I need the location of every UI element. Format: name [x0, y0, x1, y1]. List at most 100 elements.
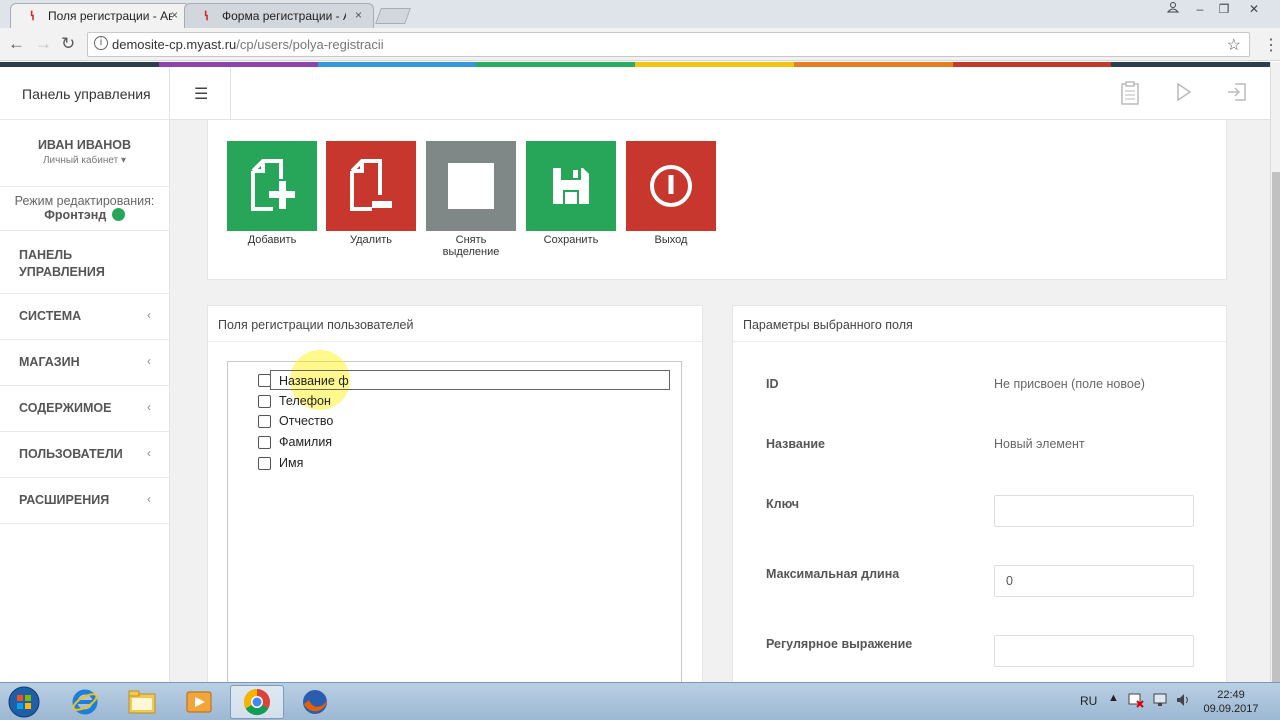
back-icon[interactable]: ←	[8, 34, 25, 54]
browser-menu-icon[interactable]: ⋮	[1263, 35, 1279, 55]
site-info-icon[interactable]: i	[94, 36, 108, 50]
browser-tab-form[interactable]: ꝇ Форма регистрации - А ×	[184, 3, 374, 28]
save-tile[interactable]	[526, 141, 616, 231]
edit-mode-status-icon[interactable]	[111, 208, 125, 221]
taskbar-explorer[interactable]	[115, 685, 169, 719]
tree-item-checkbox[interactable]	[258, 415, 271, 428]
clock-time: 22:49	[1217, 689, 1245, 701]
edit-mode-label: Режим редактирования:	[14, 194, 155, 208]
deselect-button[interactable]: Снять выделение	[426, 141, 516, 258]
chevron-left-icon: ‹	[147, 446, 151, 460]
tree-item-checkbox[interactable]	[258, 436, 271, 449]
page-scrollbar[interactable]	[1270, 62, 1280, 682]
chevron-left-icon: ‹	[147, 308, 151, 322]
add-button[interactable]: Добавить	[227, 141, 317, 246]
topbar: ☰	[170, 67, 1270, 120]
reload-icon[interactable]: ↻	[61, 34, 75, 54]
sidebar-item-system[interactable]: СИСТЕМА ‹	[0, 293, 169, 339]
tree-item-label[interactable]: Отчество	[279, 414, 333, 428]
firefox-icon	[303, 690, 327, 714]
params-panel-title: Параметры выбранного поля	[733, 306, 1226, 342]
tree-item-label[interactable]: Телефон	[279, 394, 331, 408]
bookmark-star-icon[interactable]: ☆	[1227, 35, 1241, 55]
action-center-icon[interactable]	[1128, 692, 1144, 711]
menu-toggle-icon[interactable]: ☰	[194, 84, 208, 104]
exit-label: Выход	[654, 234, 688, 246]
tree-item-label[interactable]: Фамилия	[279, 435, 332, 449]
edit-mode-value[interactable]: Фронтэнд	[44, 208, 106, 222]
browser-tab-fields[interactable]: ꝇ Поля регистрации - Ав ×	[10, 3, 190, 28]
tray-expand-icon[interactable]: ▲	[1108, 692, 1119, 704]
tab-title: Форма регистрации - А	[222, 9, 346, 23]
tree-item-rename-input[interactable]	[270, 370, 670, 390]
address-bar[interactable]: i demosite-cp.myast.ru/cp/users/polya-re…	[87, 32, 1250, 57]
taskbar-clock[interactable]: 22:49 09.09.2017	[1196, 688, 1266, 716]
clipboard-icon[interactable]	[1120, 81, 1140, 110]
save-button[interactable]: Сохранить	[526, 141, 616, 246]
taskbar-firefox[interactable]	[288, 685, 342, 719]
tree-item-checkbox[interactable]	[258, 457, 271, 470]
exit-button[interactable]: Выход	[626, 141, 716, 246]
profile-icon[interactable]	[1160, 0, 1186, 18]
params-panel: Параметры выбранного поля ID Не присвоен…	[732, 305, 1227, 705]
start-button[interactable]	[4, 685, 44, 719]
exit-tile[interactable]	[626, 141, 716, 231]
sidebar-brand[interactable]: Панель управления	[0, 67, 169, 120]
square-icon	[448, 163, 494, 209]
volume-icon[interactable]	[1175, 692, 1191, 711]
name-value: Новый элемент	[994, 437, 1085, 451]
user-name: ИВАН ИВАНОВ	[37, 138, 132, 152]
windows-logo-icon	[8, 686, 40, 718]
maximize-icon[interactable]: ❐	[1212, 0, 1236, 18]
network-icon[interactable]	[1152, 692, 1168, 711]
key-input[interactable]	[994, 495, 1194, 527]
taskbar-chrome[interactable]	[230, 685, 284, 719]
user-cabinet-link[interactable]: Личный кабинет ▾	[0, 155, 169, 166]
tree-item-checkbox[interactable]	[258, 395, 271, 408]
add-tile[interactable]	[227, 141, 317, 231]
main-content: Добавить Удалить Снять выделение Сохрани…	[170, 120, 1270, 705]
add-file-icon	[251, 159, 295, 211]
user-block: ИВАН ИВАНОВ Личный кабинет ▾	[0, 120, 169, 186]
sidebar-item-content[interactable]: СОДЕРЖИМОЕ ‹	[0, 385, 169, 431]
play-icon[interactable]	[1176, 82, 1192, 106]
add-label: Добавить	[247, 234, 297, 246]
sidebar-item-dashboard[interactable]: ПАНЕЛЬ УПРАВЛЕНИЯ	[0, 230, 169, 293]
taskbar-ie[interactable]	[58, 685, 112, 719]
chevron-left-icon: ‹	[147, 492, 151, 506]
forward-icon[interactable]: →	[35, 34, 52, 54]
media-player-icon	[186, 691, 212, 713]
regex-input[interactable]	[994, 635, 1194, 667]
scrollbar-thumb[interactable]	[1272, 172, 1280, 682]
delete-button[interactable]: Удалить	[326, 141, 416, 246]
toolbar-panel: Добавить Удалить Снять выделение Сохрани…	[207, 120, 1227, 280]
maxlen-input[interactable]: 0	[994, 565, 1194, 597]
taskbar-media[interactable]	[172, 685, 226, 719]
sidebar-item-shop[interactable]: МАГАЗИН ‹	[0, 339, 169, 385]
language-indicator[interactable]: RU	[1080, 694, 1097, 708]
url-path: /cp/users/polya-registracii	[236, 37, 384, 52]
sidebar-item-label: СИСТЕМА	[19, 309, 82, 323]
tab-title: Поля регистрации - Ав	[48, 9, 172, 23]
floppy-icon	[553, 168, 589, 204]
minimize-icon[interactable]: –	[1188, 0, 1212, 18]
logout-icon[interactable]	[1227, 83, 1247, 106]
deselect-tile[interactable]	[426, 141, 516, 231]
tree-item-label[interactable]: Имя	[279, 456, 303, 470]
sidebar-item-label: СОДЕРЖИМОЕ	[19, 401, 112, 415]
delete-file-icon	[350, 159, 392, 211]
sidebar-item-users[interactable]: ПОЛЬЗОВАТЕЛИ ‹	[0, 431, 169, 477]
key-label: Ключ	[766, 497, 800, 511]
site-favicon-icon: ꝇ	[30, 9, 35, 23]
window-close-icon[interactable]: ✕	[1236, 0, 1272, 18]
browser-toolbar: ← → ↻ i demosite-cp.myast.ru/cp/users/po…	[0, 28, 1280, 61]
new-tab-button[interactable]	[375, 8, 411, 24]
tab-close-icon[interactable]: ×	[355, 8, 362, 22]
tab-close-icon[interactable]: ×	[171, 8, 178, 22]
sidebar-item-extensions[interactable]: РАСШИРЕНИЯ ‹	[0, 477, 169, 523]
delete-label: Удалить	[350, 234, 392, 246]
delete-tile[interactable]	[326, 141, 416, 231]
windows-taskbar: RU ▲ 22:49 09.09.2017	[0, 682, 1280, 720]
fields-tree: Телефон Отчество Фамилия Имя	[227, 350, 682, 691]
regex-label: Регулярное выражение	[766, 637, 913, 651]
